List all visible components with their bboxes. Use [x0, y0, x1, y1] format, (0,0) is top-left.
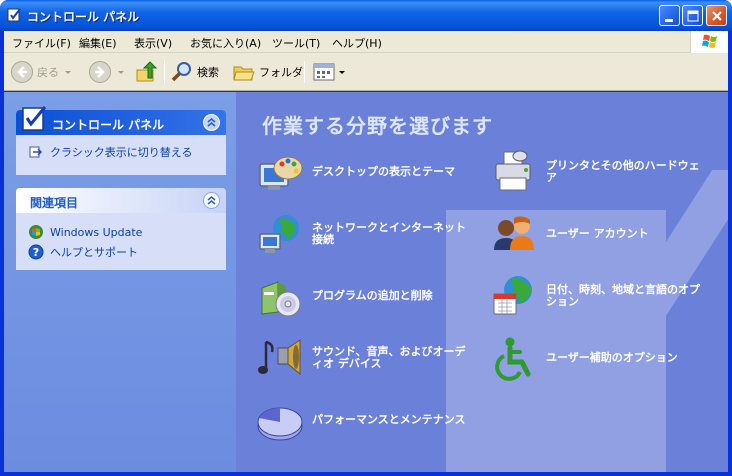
menu-bar: ファイル(F) 編集(E) 表示(V) お気に入り(A) ツール(T) ヘルプ(…: [4, 31, 728, 53]
minimize-button[interactable]: [659, 5, 680, 26]
add-remove-programs-icon: [261, 281, 301, 317]
category-performance[interactable]: パフォーマンスとメンテナンス: [256, 396, 472, 444]
date-time-icon: [493, 276, 532, 315]
folders-label: フォルダ: [259, 66, 303, 79]
menu-file[interactable]: ファイル(F): [12, 35, 71, 51]
menu-view[interactable]: 表示(V): [134, 35, 172, 51]
control-panel-window: コントロール パネル ファイル(F) 編集(E) 表示(V) お気に入り(A) …: [0, 0, 732, 476]
chevron-down-icon: [65, 71, 71, 74]
accessibility-icon: [495, 337, 531, 381]
category-sound[interactable]: サウンド、音声、およびオーディオ デバイス: [256, 334, 472, 382]
views-icon: [313, 63, 335, 81]
up-folder-button[interactable]: [134, 59, 158, 85]
help-icon: ?: [28, 244, 44, 260]
control-panel-box-title: コントロール パネル: [52, 118, 165, 132]
forward-arrow-icon: [89, 61, 111, 83]
switch-classic-view-label: クラシック表示に切り替える: [50, 146, 193, 159]
performance-icon: [257, 407, 303, 441]
toolbar: 戻る 検索 フォルダ: [4, 53, 728, 91]
control-panel-box: コントロール パネル クラシック表示に切り替える: [16, 106, 226, 175]
sound-icon: [258, 339, 301, 376]
folder-icon: [233, 66, 255, 81]
maximize-button[interactable]: [682, 5, 703, 26]
category-desktop-themes[interactable]: デスクトップの表示とテーマ: [256, 148, 472, 196]
category-date-time-region[interactable]: 日付、時刻、地域と言語のオプション: [490, 272, 706, 320]
windows-update-link[interactable]: Windows Update: [28, 224, 142, 240]
back-label: 戻る: [37, 66, 59, 79]
close-button[interactable]: [706, 5, 727, 26]
category-user-accounts[interactable]: ユーザー アカウント: [490, 210, 706, 258]
search-button[interactable]: 検索: [170, 59, 219, 85]
collapse-button[interactable]: [203, 192, 220, 209]
category-label: デスクトップの表示とテーマ: [312, 165, 455, 178]
user-accounts-icon: [494, 216, 534, 250]
category-label: プリンタとその他のハードウェア: [546, 159, 700, 184]
window-title: コントロール パネル: [27, 10, 140, 24]
control-panel-icon: [22, 106, 47, 131]
category-accessibility[interactable]: ユーザー補助のオプション: [490, 334, 706, 382]
windows-logo-icon: [690, 31, 728, 53]
desktop-theme-icon: [259, 156, 303, 190]
network-icon: [259, 215, 299, 253]
windows-update-label: Windows Update: [50, 225, 143, 239]
chevron-up-icon: [207, 118, 216, 127]
menu-edit[interactable]: 編集(E): [79, 35, 117, 51]
chevron-down-icon: [118, 71, 124, 74]
category-pane: 作業する分野を選びます デスクトップの表示とテーマ ネットワークとインターネット…: [236, 92, 728, 472]
content-area: コントロール パネル クラシック表示に切り替える 関連項目 Windows Up…: [4, 92, 728, 472]
related-topics-title: 関連項目: [30, 196, 79, 210]
related-topics-header[interactable]: 関連項目: [16, 188, 226, 213]
task-pane: コントロール パネル クラシック表示に切り替える 関連項目 Windows Up…: [4, 92, 236, 472]
category-label: プログラムの追加と削除: [312, 289, 433, 302]
category-network[interactable]: ネットワークとインターネット接続: [256, 210, 472, 258]
page-heading: 作業する分野を選びます: [262, 114, 493, 138]
menu-favorites[interactable]: お気に入り(A): [190, 35, 261, 51]
related-topics-box: 関連項目 Windows Update ? ヘルプとサポート: [16, 188, 226, 270]
svg-text:?: ?: [33, 246, 39, 259]
back-arrow-icon: [11, 61, 33, 83]
help-support-label: ヘルプとサポート: [50, 246, 138, 259]
folders-button[interactable]: フォルダ: [232, 59, 303, 85]
collapse-button[interactable]: [203, 114, 220, 131]
views-button[interactable]: [312, 59, 346, 85]
category-label: ネットワークとインターネット接続: [312, 221, 466, 246]
category-label: ユーザー補助のオプション: [546, 351, 678, 364]
category-printers[interactable]: プリンタとその他のハードウェア: [490, 148, 706, 196]
chevron-up-icon: [207, 196, 216, 205]
chevron-down-icon: [339, 71, 345, 74]
title-bar[interactable]: コントロール パネル: [0, 0, 732, 31]
help-support-link[interactable]: ? ヘルプとサポート: [28, 244, 138, 260]
menu-help[interactable]: ヘルプ(H): [332, 35, 382, 51]
switch-view-icon: [29, 146, 43, 158]
category-label: パフォーマンスとメンテナンス: [312, 413, 466, 426]
category-label: 日付、時刻、地域と言語のオプション: [546, 283, 700, 308]
search-label: 検索: [197, 66, 219, 79]
back-button[interactable]: 戻る: [10, 59, 73, 85]
windows-update-icon: [29, 225, 43, 239]
switch-classic-view-link[interactable]: クラシック表示に切り替える: [28, 144, 192, 160]
printer-icon: [495, 150, 531, 191]
category-label: サウンド、音声、およびオーディオ デバイス: [312, 345, 466, 370]
search-icon: [171, 62, 191, 82]
forward-button[interactable]: [88, 59, 126, 85]
up-arrow-icon: [136, 61, 158, 82]
control-panel-icon: [7, 8, 21, 22]
category-label: ユーザー アカウント: [546, 227, 649, 240]
control-panel-box-header[interactable]: コントロール パネル: [16, 106, 226, 135]
menu-tools[interactable]: ツール(T): [272, 35, 320, 51]
category-add-remove-programs[interactable]: プログラムの追加と削除: [256, 272, 472, 320]
